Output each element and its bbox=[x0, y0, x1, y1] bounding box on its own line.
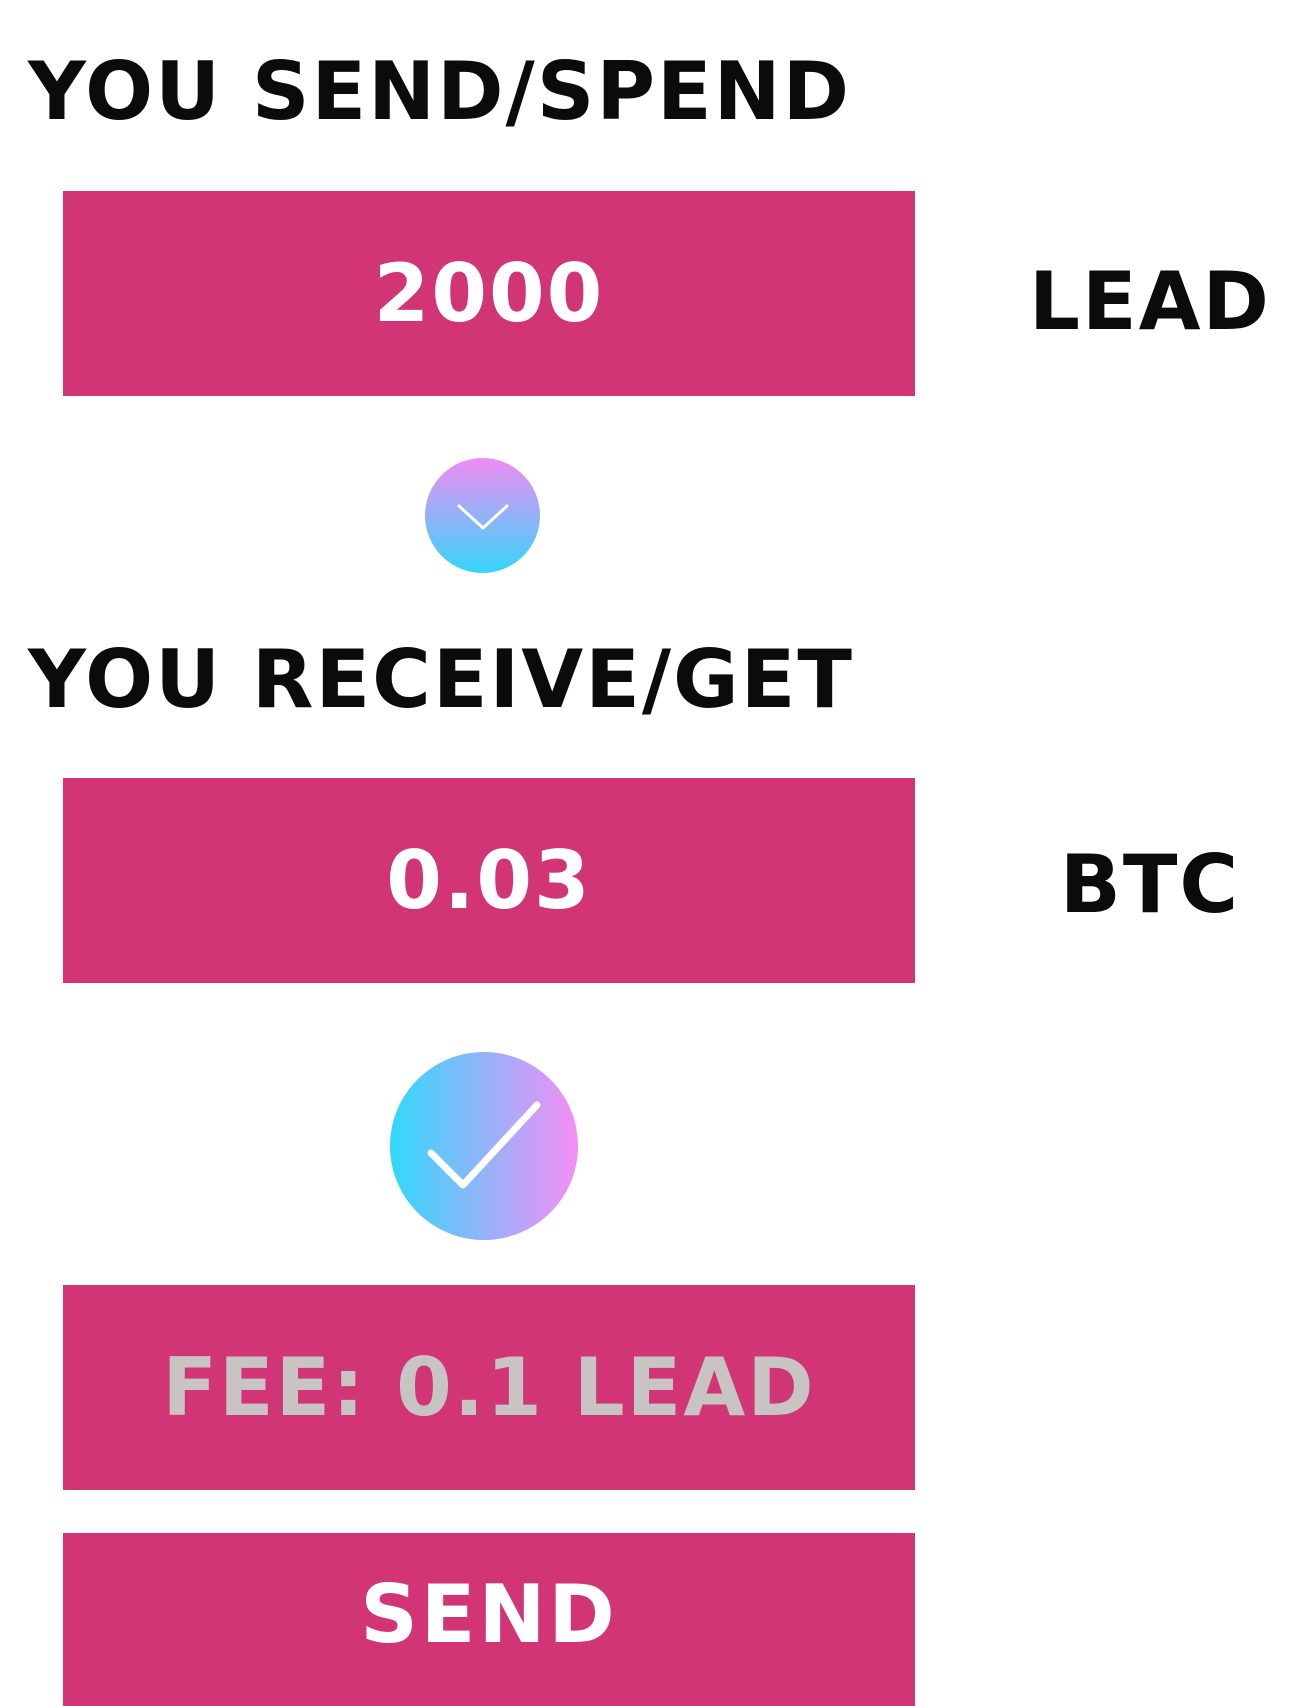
send-amount-input[interactable] bbox=[63, 191, 915, 396]
receive-heading: YOU RECEIVE/GET bbox=[28, 633, 854, 726]
send-button[interactable]: SEND bbox=[63, 1533, 915, 1706]
chevron-down-icon bbox=[453, 496, 513, 536]
checkmark-icon bbox=[419, 1091, 549, 1201]
send-amount-box[interactable] bbox=[63, 191, 915, 396]
receive-amount-input[interactable] bbox=[63, 778, 915, 983]
swap-button[interactable] bbox=[425, 458, 540, 573]
confirm-button[interactable] bbox=[390, 1052, 578, 1240]
fee-label: FEE: 0.1 LEAD bbox=[162, 1341, 816, 1434]
send-heading: YOU SEND/SPEND bbox=[28, 45, 851, 138]
send-currency-label: LEAD bbox=[1029, 255, 1271, 348]
send-button-label: SEND bbox=[360, 1568, 618, 1661]
receive-currency-label: BTC bbox=[1059, 838, 1241, 931]
fee-box: FEE: 0.1 LEAD bbox=[63, 1285, 915, 1490]
receive-amount-box[interactable] bbox=[63, 778, 915, 983]
